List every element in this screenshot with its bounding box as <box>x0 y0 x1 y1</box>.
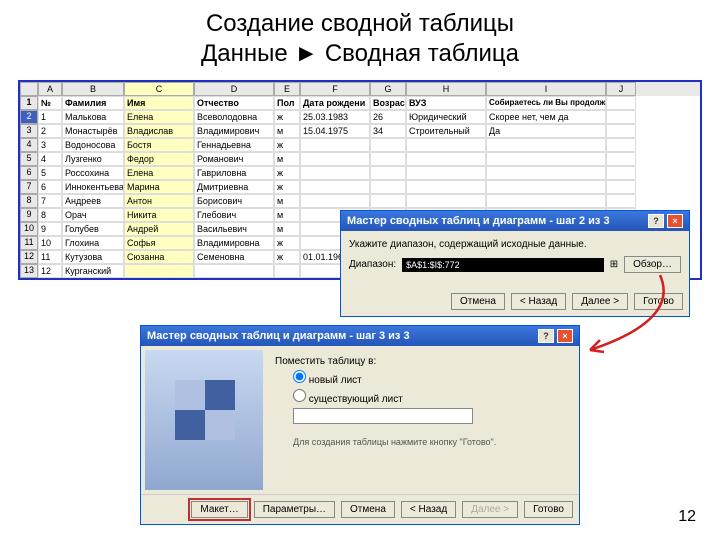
page-title: Создание сводной таблицы <box>0 0 720 40</box>
page-subtitle: Данные ► Сводная таблица <box>0 40 720 80</box>
col-G[interactable]: G <box>370 82 406 96</box>
range-picker-icon[interactable]: ⊞ <box>610 259 618 270</box>
dialog-titlebar[interactable]: Мастер сводных таблиц и диаграмм - шаг 3… <box>141 326 579 346</box>
finish-button[interactable]: Готово <box>634 293 683 310</box>
col-B[interactable]: B <box>62 82 124 96</box>
cancel-button[interactable]: Отмена <box>341 501 395 518</box>
col-E[interactable]: E <box>274 82 300 96</box>
cancel-button[interactable]: Отмена <box>451 293 505 310</box>
table-row: 4 3 Водоносова Бостя Геннадьевна ж <box>20 138 700 152</box>
back-button[interactable]: < Назад <box>401 501 456 518</box>
dialog-title-text: Мастер сводных таблиц и диаграмм - шаг 2… <box>347 215 610 227</box>
close-icon[interactable]: × <box>557 329 573 343</box>
column-header-row: A B C D E F G H I J <box>20 82 700 96</box>
col-F[interactable]: F <box>300 82 370 96</box>
col-D[interactable]: D <box>194 82 274 96</box>
col-I[interactable]: I <box>486 82 606 96</box>
hint-text: Для создания таблицы нажмите кнопку "Гот… <box>293 437 571 447</box>
wizard-step3-dialog: Мастер сводных таблиц и диаграмм - шаг 3… <box>140 325 580 525</box>
table-row: 7 6 Иннокентьева Марина Дмитриевна ж <box>20 180 700 194</box>
close-icon[interactable]: × <box>667 214 683 228</box>
dialog-title-text: Мастер сводных таблиц и диаграмм - шаг 3… <box>147 330 410 342</box>
table-row: 8 7 Андреев Антон Борисович м <box>20 194 700 208</box>
finish-button[interactable]: Готово <box>524 501 573 518</box>
table-row: 2 1 Малькова Елена Всеволодовна ж 25.03.… <box>20 110 700 124</box>
page-number: 12 <box>678 508 696 526</box>
params-button[interactable]: Параметры… <box>254 501 335 518</box>
help-icon[interactable]: ? <box>648 214 664 228</box>
browse-button[interactable]: Обзор… <box>624 256 681 273</box>
table-row: 5 4 Лузгенко Федор Романович м <box>20 152 700 166</box>
col-C[interactable]: C <box>124 82 194 96</box>
radio-existing-sheet[interactable] <box>293 389 306 402</box>
place-label: Поместить таблицу в: <box>275 356 571 367</box>
layout-button[interactable]: Макет… <box>191 501 247 518</box>
radio-new-sheet[interactable] <box>293 370 306 383</box>
header-row: 1 № Фамилия Имя Отчество Пол Дата рожден… <box>20 96 700 110</box>
next-button[interactable]: Далее > <box>572 293 628 310</box>
col-A[interactable]: A <box>38 82 62 96</box>
help-icon[interactable]: ? <box>538 329 554 343</box>
col-J[interactable]: J <box>606 82 636 96</box>
range-input[interactable]: $A$1:$I$:772 <box>402 258 604 272</box>
instruction-text: Укажите диапазон, содержащий исходные да… <box>349 239 681 250</box>
wizard-step2-dialog: Мастер сводных таблиц и диаграмм - шаг 2… <box>340 210 690 317</box>
back-button[interactable]: < Назад <box>511 293 566 310</box>
table-row: 3 2 Монастырёв Владислав Владимирович м … <box>20 124 700 138</box>
range-label: Диапазон: <box>349 259 396 270</box>
destination-input[interactable] <box>293 408 473 424</box>
select-all-cell[interactable] <box>20 82 38 96</box>
wizard-image <box>145 350 263 490</box>
table-row: 6 5 Россохина Елена Гавриловна ж <box>20 166 700 180</box>
next-button[interactable]: Далее > <box>462 501 518 518</box>
col-H[interactable]: H <box>406 82 486 96</box>
dialog-titlebar[interactable]: Мастер сводных таблиц и диаграмм - шаг 2… <box>341 211 689 231</box>
